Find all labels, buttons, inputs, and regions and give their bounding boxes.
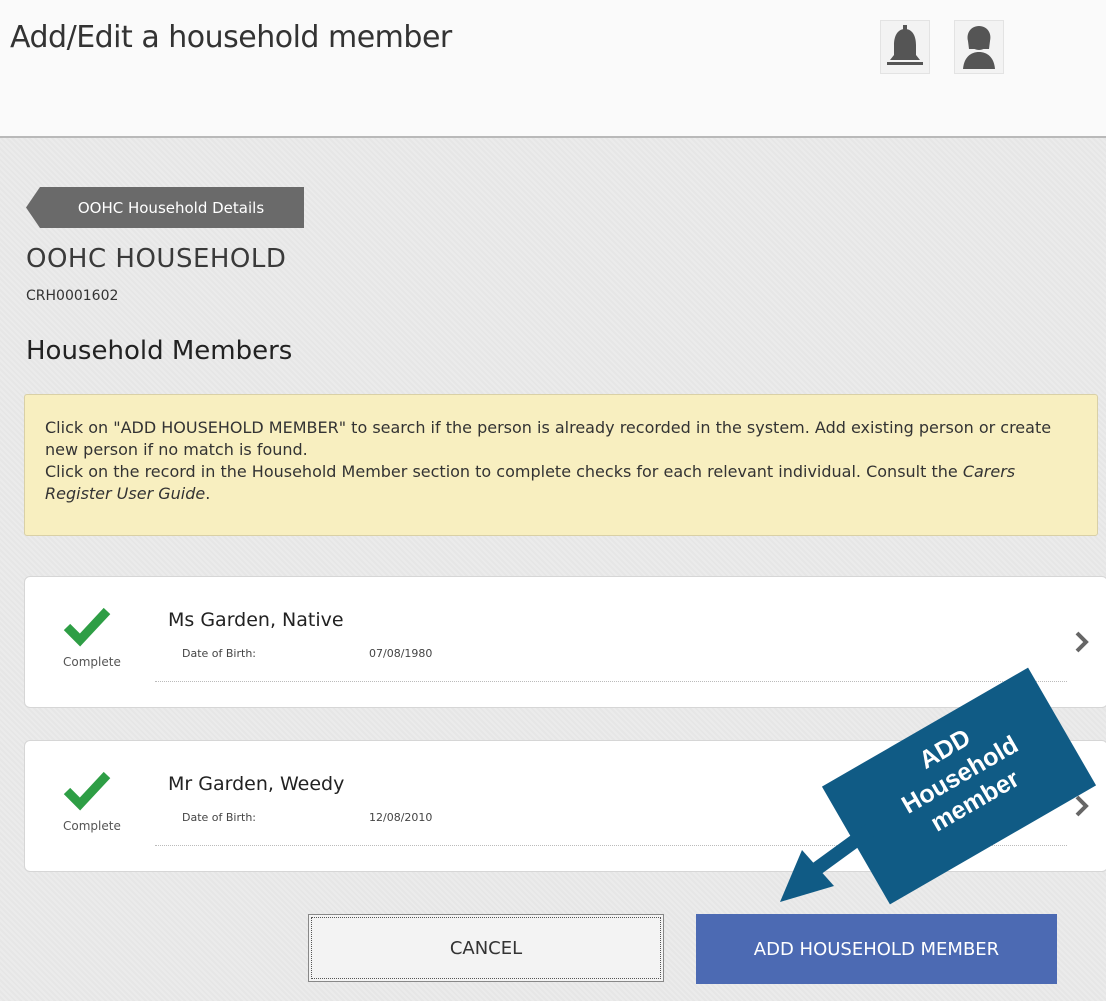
household-title: OOHC HOUSEHOLD: [26, 244, 287, 274]
add-household-member-button[interactable]: ADD HOUSEHOLD MEMBER: [696, 914, 1057, 984]
info-message: Click on "ADD HOUSEHOLD MEMBER" to searc…: [24, 394, 1098, 536]
dob-label: Date of Birth:: [182, 811, 257, 824]
page-title: Add/Edit a household member: [10, 20, 452, 55]
bell-icon[interactable]: [880, 20, 930, 74]
dob-value: 07/08/1980: [369, 647, 433, 660]
breadcrumb-back-button[interactable]: OOHC Household Details: [26, 187, 304, 228]
dob-value: 12/08/2010: [369, 811, 433, 824]
user-avatar-icon[interactable]: [954, 20, 1004, 74]
household-id: CRH0001602: [26, 288, 119, 304]
chevron-right-icon: [1075, 795, 1089, 817]
card-divider: [155, 681, 1067, 682]
info-line-2: Click on the record in the Household Mem…: [45, 462, 1016, 503]
cancel-button[interactable]: CANCEL: [308, 914, 664, 982]
dob-label: Date of Birth:: [182, 647, 257, 660]
checkmark-icon: [63, 607, 111, 647]
member-name: Ms Garden, Native: [168, 609, 344, 631]
status-label: Complete: [63, 655, 121, 669]
household-member-card[interactable]: Complete Ms Garden, Native Date of Birth…: [24, 576, 1106, 708]
section-title: Household Members: [26, 336, 293, 366]
app-header: Add/Edit a household member: [0, 0, 1106, 138]
callout-arrow-icon: [780, 824, 875, 902]
checkmark-icon: [63, 771, 111, 811]
breadcrumb-label: OOHC Household Details: [77, 198, 265, 217]
main-content: OOHC Household Details OOHC HOUSEHOLD CR…: [0, 138, 1106, 1001]
status-label: Complete: [63, 819, 121, 833]
member-name: Mr Garden, Weedy: [168, 773, 345, 795]
info-line-1: Click on "ADD HOUSEHOLD MEMBER" to searc…: [45, 418, 1052, 459]
chevron-right-icon: [1075, 631, 1089, 653]
